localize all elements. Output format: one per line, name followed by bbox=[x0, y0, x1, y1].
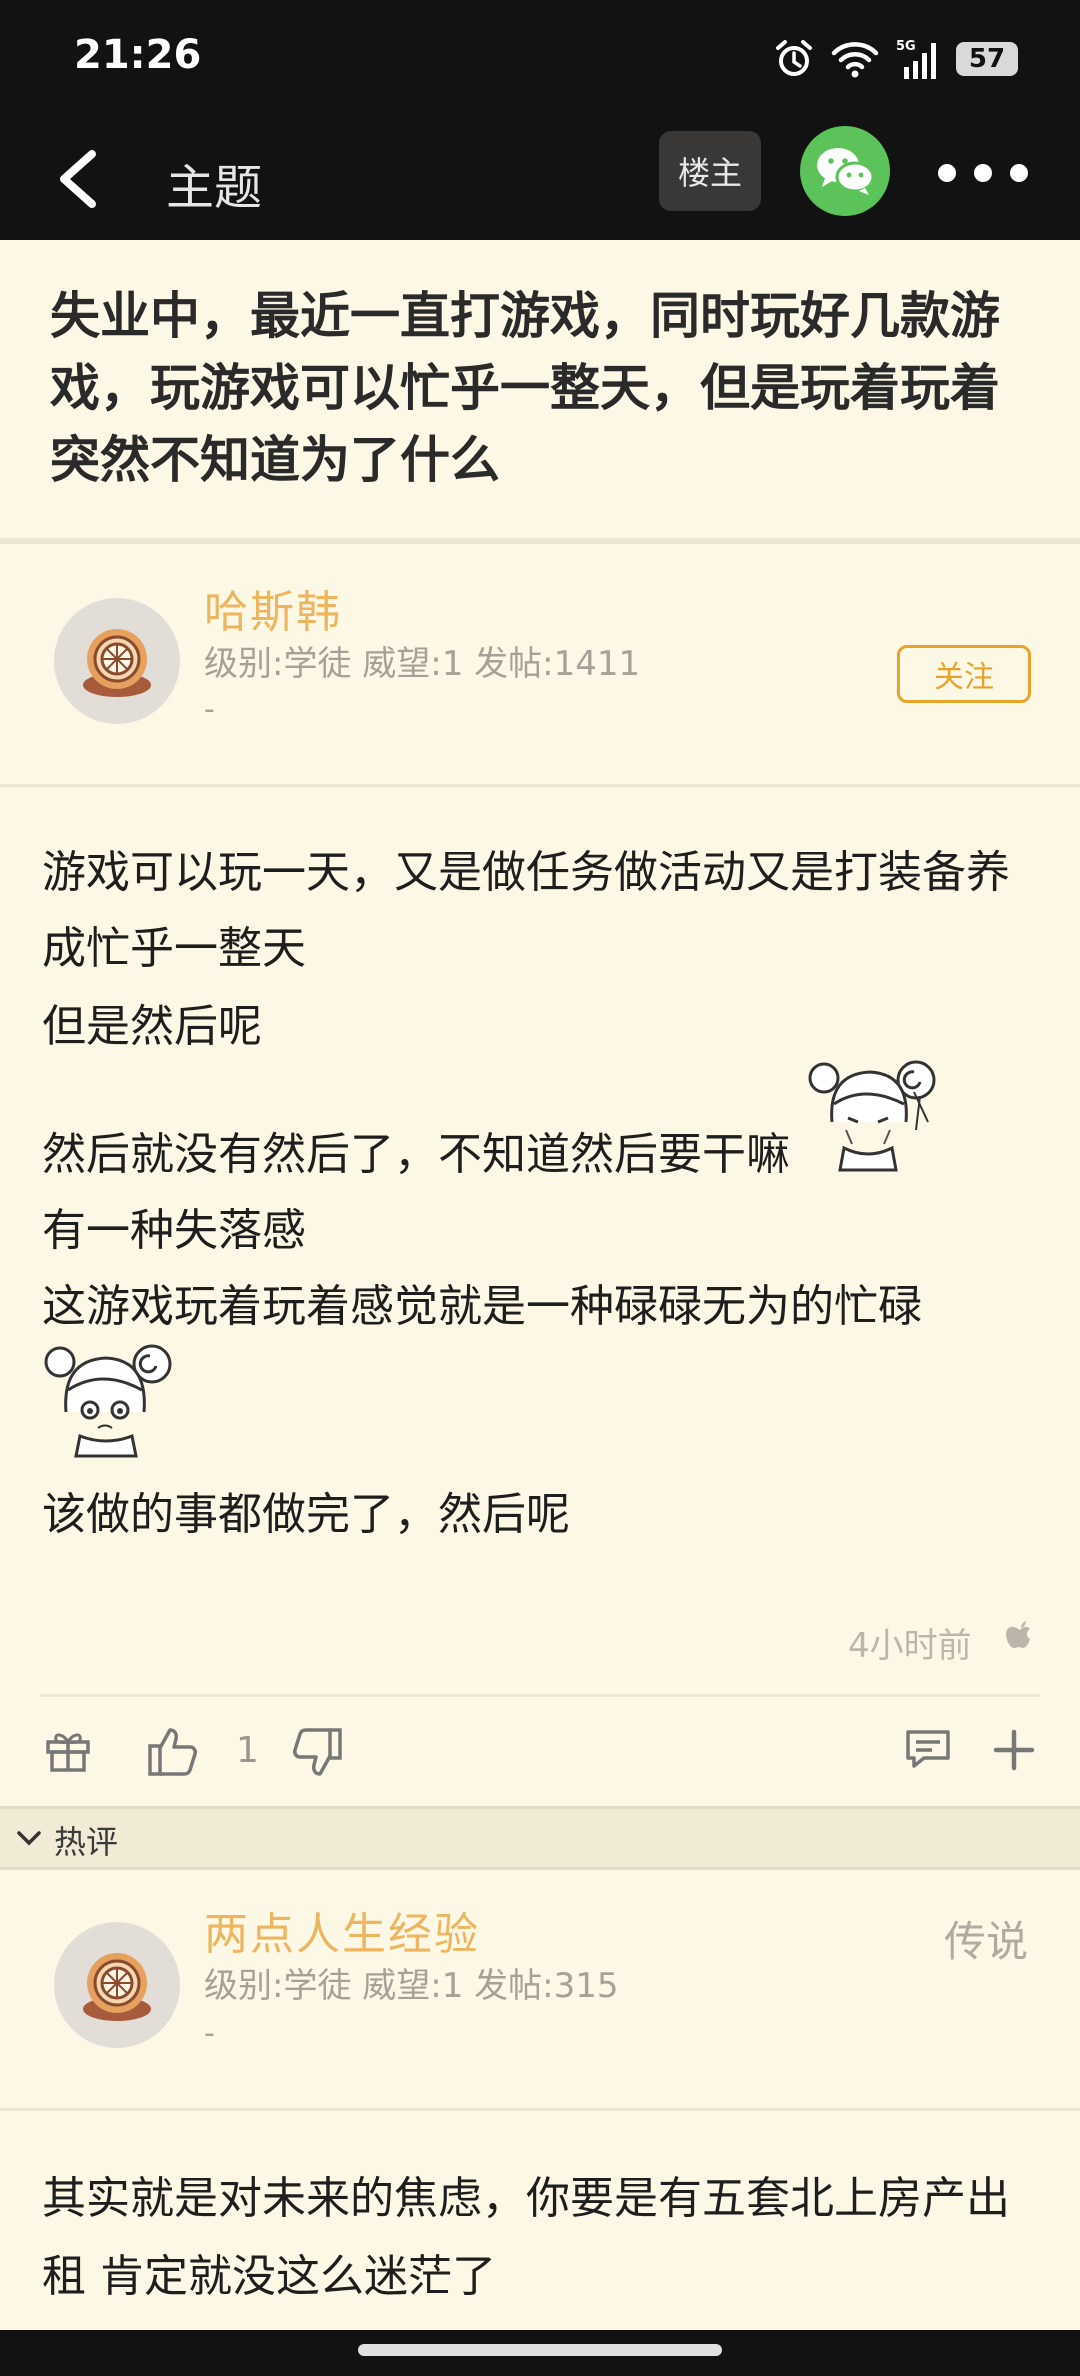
more-dots-icon[interactable] bbox=[938, 148, 1028, 198]
apple-icon bbox=[1006, 1621, 1030, 1648]
thumbs-down-icon[interactable] bbox=[290, 1726, 344, 1780]
diving-helmet-avatar-icon bbox=[83, 629, 151, 697]
follow-button[interactable]: 关注 bbox=[897, 645, 1031, 703]
gesture-bar bbox=[0, 2330, 1080, 2376]
comment-text-line: 其实就是对未来的焦虑，你要是有五套北上房产出 bbox=[42, 2173, 1010, 2224]
chevron-down-icon bbox=[17, 1831, 41, 1846]
section-divider bbox=[40, 1694, 1040, 1697]
thumbs-up-icon[interactable] bbox=[146, 1724, 200, 1778]
author-signature: - bbox=[204, 692, 215, 727]
network-label: 5G bbox=[896, 39, 916, 54]
comment-rank-label: 传说 bbox=[944, 1917, 1029, 1966]
comment-author-name[interactable]: 两点人生经验 bbox=[204, 1898, 480, 1962]
page-title: 主题 bbox=[166, 160, 263, 216]
post-text-line: 然后就没有然后了，不知道然后要干嘛 bbox=[42, 1129, 790, 1180]
gift-icon[interactable] bbox=[44, 1726, 92, 1774]
author-name[interactable]: 哈斯韩 bbox=[204, 576, 342, 640]
status-icons: 5G 57 bbox=[774, 36, 1018, 82]
home-indicator[interactable] bbox=[358, 2344, 722, 2356]
post-text-line: 但是然后呢 bbox=[42, 1001, 262, 1052]
anime-girl-sticker bbox=[808, 1060, 936, 1172]
post-time: 4小时前 bbox=[848, 1626, 972, 1666]
avatar[interactable] bbox=[54, 598, 180, 724]
comment-text-line: 租 肯定就没这么迷茫了 bbox=[42, 2251, 496, 2302]
signal-icon: 5G bbox=[896, 39, 936, 79]
anime-girl-sticker bbox=[44, 1344, 172, 1458]
author-meta: 级别:学徒 威望:1 发帖:1411 bbox=[204, 644, 641, 684]
post-text-line: 有一种失落感 bbox=[42, 1205, 306, 1256]
hot-comments-label: 热评 bbox=[54, 1823, 119, 1861]
back-arrow-icon[interactable] bbox=[50, 144, 110, 214]
thread-title: 失业中，最近一直打游戏，同时玩好几款游戏，玩游戏可以忙乎一整天，但是玩着玩着突然… bbox=[50, 287, 1000, 489]
section-divider bbox=[0, 784, 1080, 787]
section-divider bbox=[0, 2108, 1080, 2111]
post-text-line: 游戏可以玩一天，又是做任务做活动又是打装备养 bbox=[42, 847, 1010, 898]
hot-comments-header[interactable]: 热评 bbox=[0, 1806, 1080, 1870]
battery-icon: 57 bbox=[956, 42, 1018, 76]
plus-icon[interactable] bbox=[992, 1728, 1036, 1772]
post-text-line: 这游戏玩着玩着感觉就是一种碌碌无为的忙碌 bbox=[42, 1281, 922, 1332]
section-divider bbox=[0, 538, 1080, 544]
alarm-icon bbox=[776, 40, 812, 76]
only-op-button[interactable]: 楼主 bbox=[659, 131, 761, 211]
wechat-icon bbox=[817, 148, 875, 195]
avatar[interactable] bbox=[54, 1922, 180, 2048]
status-bar: 21:26 5G 57 bbox=[0, 0, 1080, 118]
wifi-icon bbox=[831, 42, 879, 78]
like-count: 1 bbox=[236, 1730, 259, 1771]
top-nav-bar: 主题 楼主 bbox=[0, 118, 1080, 240]
comment-icon[interactable] bbox=[904, 1726, 952, 1772]
status-time: 21:26 bbox=[74, 32, 202, 78]
post-text-line: 成忙乎一整天 bbox=[42, 923, 306, 974]
wechat-share-button[interactable] bbox=[800, 126, 890, 216]
comment-author-signature: - bbox=[204, 2016, 215, 2051]
comment-author-meta: 级别:学徒 威望:1 发帖:315 bbox=[204, 1966, 619, 2006]
diving-helmet-avatar-icon bbox=[83, 1953, 151, 2021]
post-text-line: 该做的事都做完了，然后呢 bbox=[42, 1489, 570, 1540]
